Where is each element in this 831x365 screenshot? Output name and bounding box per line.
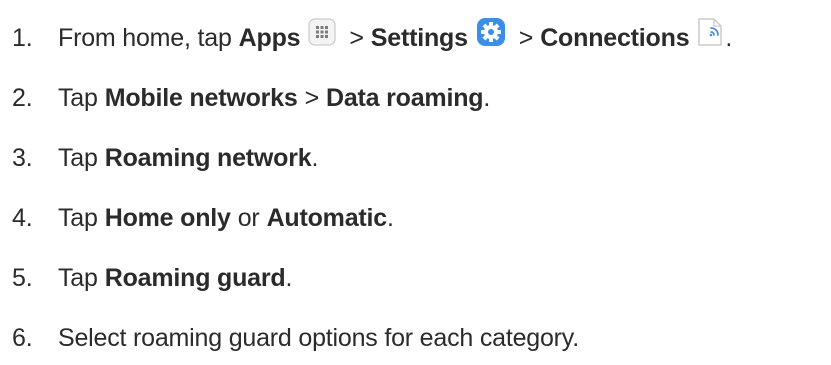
roaming-network-label: Roaming network bbox=[104, 143, 312, 172]
step-end: . bbox=[725, 23, 733, 52]
step-text: From home, tap bbox=[58, 23, 232, 52]
apps-grid-icon bbox=[308, 18, 336, 46]
automatic-label: Automatic bbox=[266, 203, 388, 232]
mobile-networks-label: Mobile networks bbox=[104, 83, 298, 112]
connections-wifi-icon bbox=[697, 17, 723, 47]
step-end: . bbox=[311, 143, 319, 172]
step-2: 2. Tap Mobile networks > Data roaming . bbox=[12, 78, 490, 118]
or-text: or bbox=[237, 203, 260, 232]
step-6: 6. Select roaming guard options for each… bbox=[12, 318, 579, 358]
step-5: 5. Tap Roaming guard . bbox=[12, 258, 292, 298]
roaming-guard-label: Roaming guard bbox=[104, 263, 286, 292]
step-1: 1. From home, tap Apps > Settings > Conn… bbox=[12, 18, 732, 58]
separator: > bbox=[304, 83, 320, 112]
step-text: Select roaming guard options for each ca… bbox=[58, 323, 579, 352]
connections-label: Connections bbox=[540, 23, 690, 52]
step-4: 4. Tap Home only or Automatic . bbox=[12, 198, 394, 238]
step-number: 2. bbox=[12, 83, 33, 112]
home-only-label: Home only bbox=[104, 203, 231, 232]
separator: > bbox=[518, 23, 534, 52]
step-number: 5. bbox=[12, 263, 33, 292]
step-end: . bbox=[387, 203, 394, 232]
step-number: 6. bbox=[12, 323, 33, 352]
step-end: . bbox=[483, 83, 491, 112]
settings-gear-icon bbox=[476, 17, 506, 47]
step-text: Tap bbox=[58, 83, 98, 112]
settings-label: Settings bbox=[370, 23, 468, 52]
step-number: 3. bbox=[12, 143, 33, 172]
step-text: Tap bbox=[58, 203, 98, 232]
separator: > bbox=[349, 23, 364, 52]
step-text: Tap bbox=[58, 143, 98, 172]
apps-label: Apps bbox=[238, 23, 301, 52]
instruction-steps: 1. From home, tap Apps > Settings > Conn… bbox=[0, 0, 831, 365]
step-3: 3. Tap Roaming network . bbox=[12, 138, 318, 178]
step-text: Tap bbox=[58, 263, 98, 292]
data-roaming-label: Data roaming bbox=[326, 83, 484, 112]
step-number: 4. bbox=[12, 203, 33, 232]
step-end: . bbox=[285, 263, 293, 292]
step-number: 1. bbox=[12, 23, 33, 52]
